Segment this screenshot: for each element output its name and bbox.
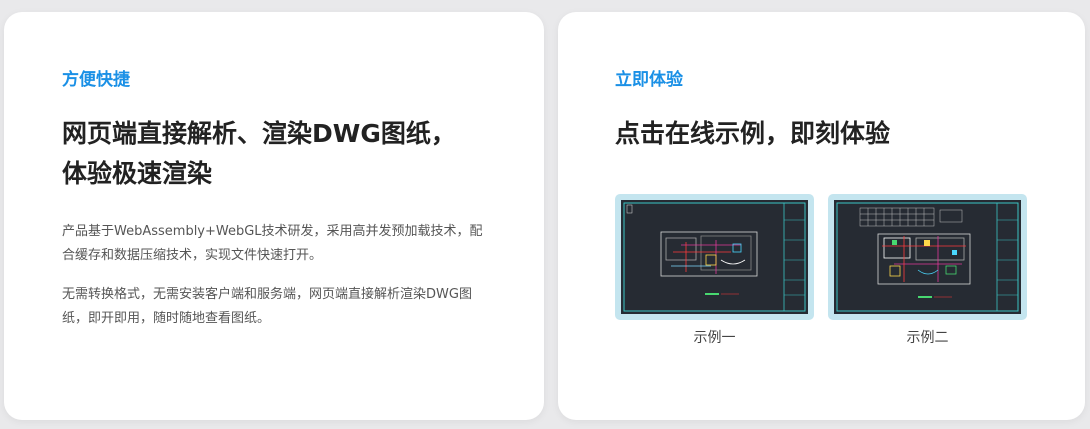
section-eyebrow: 立即体验 bbox=[615, 70, 683, 90]
example-link-1[interactable]: 示例一 bbox=[615, 194, 814, 348]
dwg-drawing-thumbnail-icon bbox=[621, 200, 808, 314]
description-paragraph-2: 无需转换格式，无需安装客户端和服务端，网页端直接解析渲染DWG图纸，即开即用，随… bbox=[62, 287, 472, 326]
section-headline: 网页端直接解析、渲染DWG图纸， 体验极速渲染 bbox=[62, 114, 502, 194]
feature-card-try-now: 立即体验 点击在线示例，即刻体验 示例一 示例二 bbox=[558, 12, 1085, 420]
section-headline: 点击在线示例，即刻体验 bbox=[615, 119, 891, 148]
dwg-drawing-thumbnail-icon bbox=[834, 200, 1021, 314]
section-eyebrow: 方便快捷 bbox=[62, 70, 130, 90]
headline-line-1: 网页端直接解析、渲染DWG图纸， bbox=[62, 119, 456, 148]
feature-card-convenience: 方便快捷 网页端直接解析、渲染DWG图纸， 体验极速渲染 产品基于WebAsse… bbox=[4, 12, 544, 420]
example-caption-2[interactable]: 示例二 bbox=[828, 328, 1027, 348]
example-link-2[interactable]: 示例二 bbox=[828, 194, 1027, 348]
example-thumbnail-1[interactable] bbox=[615, 194, 814, 320]
example-caption-1[interactable]: 示例一 bbox=[615, 328, 814, 348]
headline-line-2: 体验极速渲染 bbox=[62, 159, 213, 188]
example-thumbnail-2[interactable] bbox=[828, 194, 1027, 320]
description-paragraph-1: 产品基于WebAssembly+WebGL技术研发，采用高并发预加载技术，配合缓… bbox=[62, 224, 483, 263]
